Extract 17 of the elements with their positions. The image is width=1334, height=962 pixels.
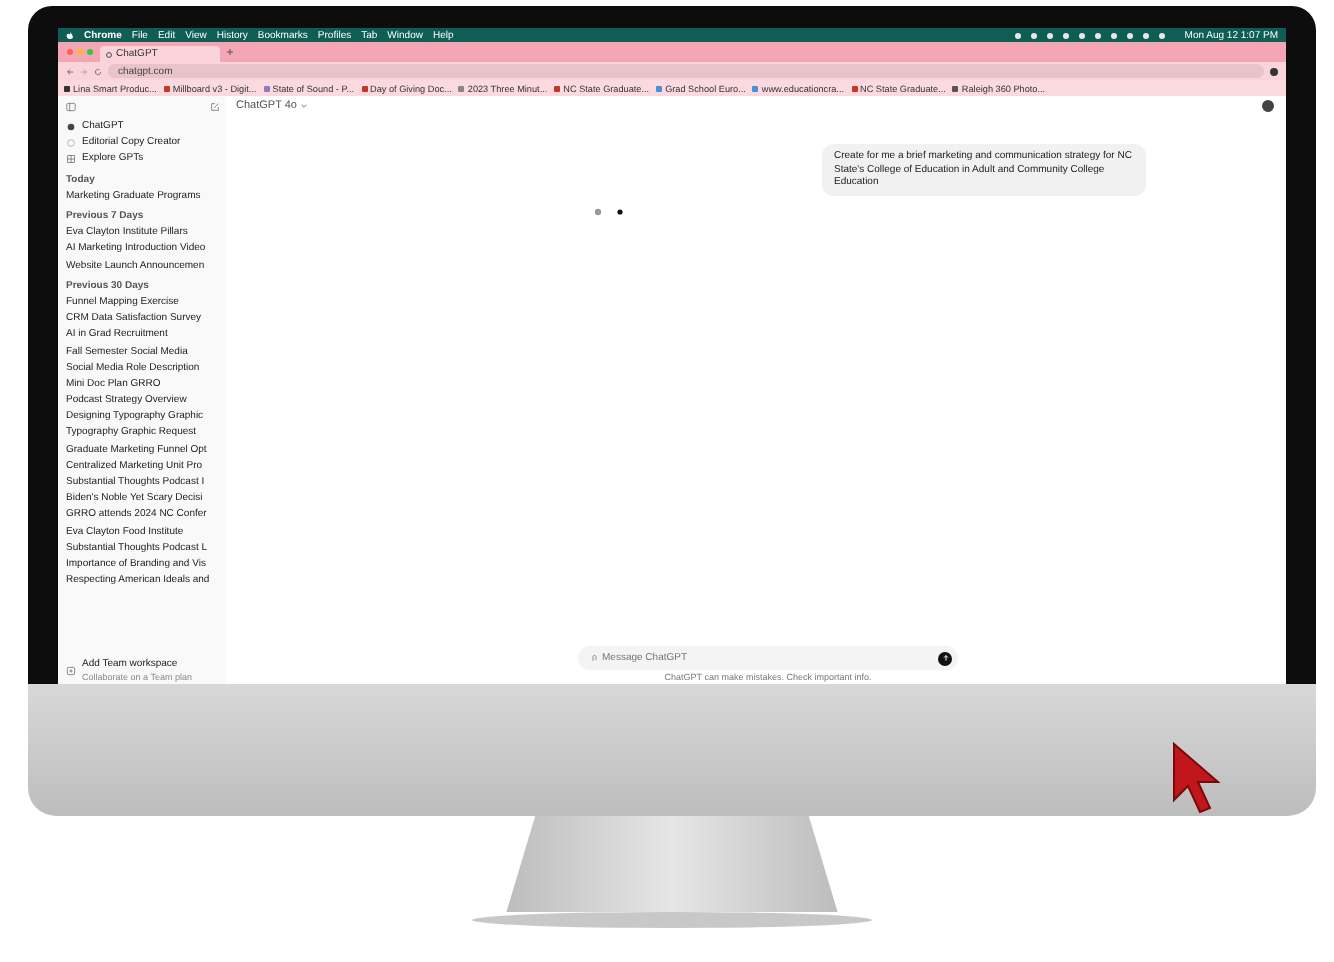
user-avatar[interactable] (1262, 100, 1274, 112)
tab-favicon-icon (106, 51, 112, 57)
attach-icon[interactable] (590, 654, 598, 662)
caret-icon (300, 102, 309, 110)
sidebar-toggle-icon[interactable] (66, 102, 76, 112)
new-tab-icon[interactable] (226, 48, 234, 56)
reload-icon[interactable] (94, 67, 102, 75)
apple-icon[interactable] (66, 31, 74, 39)
new-chat-icon[interactable] (210, 102, 220, 112)
profile-avatar[interactable] (1270, 67, 1278, 75)
arrow-up-icon (941, 654, 949, 662)
circle-icon (66, 137, 76, 148)
grid-icon (66, 153, 76, 164)
loading-dots-icon (594, 207, 624, 215)
window-controls[interactable] (66, 48, 94, 56)
forward-icon[interactable] (80, 67, 88, 75)
back-icon[interactable] (66, 67, 74, 75)
